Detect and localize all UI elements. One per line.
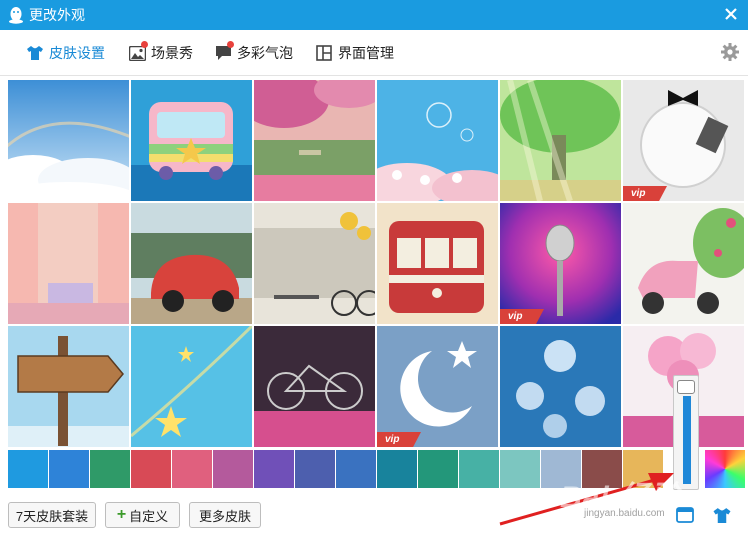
shirt-icon [713, 508, 731, 523]
color-swatch[interactable] [377, 450, 417, 488]
close-button[interactable] [720, 4, 742, 26]
gear-icon [721, 43, 739, 61]
tab-scene-show[interactable]: 场景秀 [128, 41, 193, 64]
skin-tile-rainbow-bus[interactable] [131, 80, 252, 201]
color-swatch[interactable] [418, 450, 458, 488]
tab-label: 多彩气泡 [237, 45, 293, 61]
button-label: 自定义 [129, 508, 169, 524]
qq-penguin-icon [5, 4, 27, 26]
skin-tile-red-beetle-car[interactable] [131, 203, 252, 324]
skin-tile-pink-scooter[interactable] [623, 203, 744, 324]
skin-tile-pink-tree-summer[interactable] [254, 80, 375, 201]
skin-tile-bicycle-pink-night[interactable] [254, 326, 375, 447]
tab-colorful-bubbles[interactable]: 多彩气泡 [214, 41, 293, 64]
skin-grid: vip vip vip [8, 80, 745, 450]
shirt-icon [26, 44, 44, 62]
skin-tile-cherry-blossom-bubbles[interactable] [377, 80, 498, 201]
skin-tile-plate-bowtie[interactable]: vip [623, 80, 744, 201]
color-swatch[interactable] [213, 450, 253, 488]
skin-tile-dandelions[interactable] [500, 326, 621, 447]
settings-button[interactable] [720, 42, 742, 64]
skin-tile-microphone[interactable]: vip [500, 203, 621, 324]
color-swatch[interactable] [336, 450, 376, 488]
watermark-url: jingyan.baidu.com [584, 508, 665, 519]
skin-tile-blue-stars[interactable] [131, 326, 252, 447]
color-swatch[interactable] [90, 450, 130, 488]
tab-interface-management[interactable]: 界面管理 [315, 42, 394, 64]
close-icon [725, 8, 737, 20]
color-swatch[interactable] [49, 450, 89, 488]
color-swatch[interactable] [254, 450, 294, 488]
window-icon [676, 507, 694, 523]
color-swatch-custom[interactable] [705, 450, 745, 488]
skin-tile-red-tram[interactable] [377, 203, 498, 324]
window-title: 更改外观 [29, 7, 85, 23]
tab-skin-settings[interactable]: 皮肤设置 [26, 42, 105, 64]
skin-tile-wooden-signpost[interactable] [8, 326, 129, 447]
title-bar: 更改外观 [0, 0, 748, 30]
color-swatch[interactable] [131, 450, 171, 488]
button-label: 更多皮肤 [198, 508, 251, 524]
tab-label: 界面管理 [338, 45, 394, 61]
skin-pack-button[interactable]: 7天皮肤套装 [8, 502, 96, 528]
more-skins-button[interactable]: 更多皮肤 [189, 502, 261, 528]
window-mode-button[interactable] [676, 507, 698, 527]
color-swatch[interactable] [8, 450, 48, 488]
tab-label: 皮肤设置 [49, 45, 105, 61]
skin-shirt-button[interactable] [712, 507, 734, 527]
skin-tile-green-tree-sunlight[interactable] [500, 80, 621, 201]
picture-icon [128, 41, 148, 62]
custom-button[interactable]: + 自定义 [105, 502, 180, 528]
skin-tile-moon-star[interactable]: vip [377, 326, 498, 447]
layout-grid-icon [315, 44, 333, 62]
skin-tile-summer-bicycle-sunflowers[interactable] [254, 203, 375, 324]
slider-thumb[interactable] [677, 380, 695, 394]
skin-tile-sky-clouds[interactable] [8, 80, 129, 201]
color-swatch[interactable] [295, 450, 335, 488]
slider-track [683, 396, 691, 484]
tab-bar: 皮肤设置 场景秀 多彩气泡 界面管理 [0, 30, 748, 76]
notification-dot [227, 41, 234, 48]
chat-bubble-icon [214, 41, 234, 62]
notification-dot [141, 41, 148, 48]
button-label: 7天皮肤套装 [15, 508, 89, 524]
skin-tile-pink-bedroom[interactable] [8, 203, 129, 324]
tab-label: 场景秀 [151, 45, 193, 61]
plus-icon: + [116, 506, 127, 523]
color-swatch[interactable] [172, 450, 212, 488]
color-swatch[interactable] [459, 450, 499, 488]
